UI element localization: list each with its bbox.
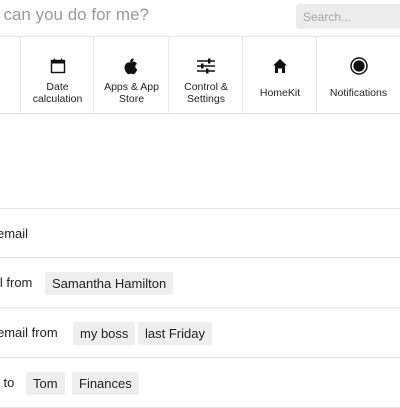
apple-icon bbox=[94, 57, 169, 75]
suggestion-prefix: l to bbox=[0, 375, 15, 390]
suggestion-prefix: email bbox=[0, 226, 29, 241]
notifications-icon bbox=[317, 57, 400, 75]
suggestion-prefix: email from bbox=[0, 325, 58, 340]
suggestion-prefix: il from bbox=[0, 275, 33, 290]
category-homekit[interactable]: HomeKit bbox=[242, 37, 317, 113]
sliders-icon bbox=[169, 57, 243, 75]
category-label: HomeKit bbox=[259, 87, 301, 99]
category-label: Date calculation bbox=[32, 81, 83, 105]
search-input[interactable] bbox=[296, 4, 400, 29]
suggestion-chip[interactable]: Samantha Hamilton bbox=[45, 272, 174, 295]
category-date-calculation[interactable]: Date calculation bbox=[20, 37, 94, 113]
top-bar: t can you do for me? bbox=[0, 0, 400, 37]
suggestion-row[interactable]: l to Tom Finances bbox=[0, 358, 400, 408]
siri-question-text: t can you do for me? bbox=[0, 5, 149, 24]
category-apps-app-store[interactable]: Apps & App Store bbox=[93, 37, 169, 113]
category-label: Notifications bbox=[329, 87, 388, 99]
suggestion-chip[interactable]: last Friday bbox=[138, 322, 212, 345]
suggestion-chip[interactable]: Tom bbox=[26, 372, 65, 395]
category-notifications[interactable]: Notifications bbox=[316, 37, 400, 113]
suggestion-row[interactable]: il from Samantha Hamilton bbox=[0, 258, 400, 308]
suggestion-row[interactable]: email from my boss last Friday bbox=[0, 308, 400, 358]
suggestion-chip[interactable]: Finances bbox=[72, 372, 139, 395]
category-label: Control & Settings bbox=[184, 81, 228, 105]
category-label: Apps & App Store bbox=[104, 81, 159, 105]
home-icon bbox=[243, 57, 317, 75]
category-control-settings[interactable]: Control & Settings bbox=[168, 37, 243, 113]
suggestion-chip[interactable]: my boss bbox=[73, 322, 136, 345]
calendar-icon bbox=[21, 57, 94, 75]
category-strip: Date calculation Apps & App Store Contro… bbox=[0, 37, 400, 114]
suggestion-row[interactable]: email bbox=[0, 208, 400, 258]
